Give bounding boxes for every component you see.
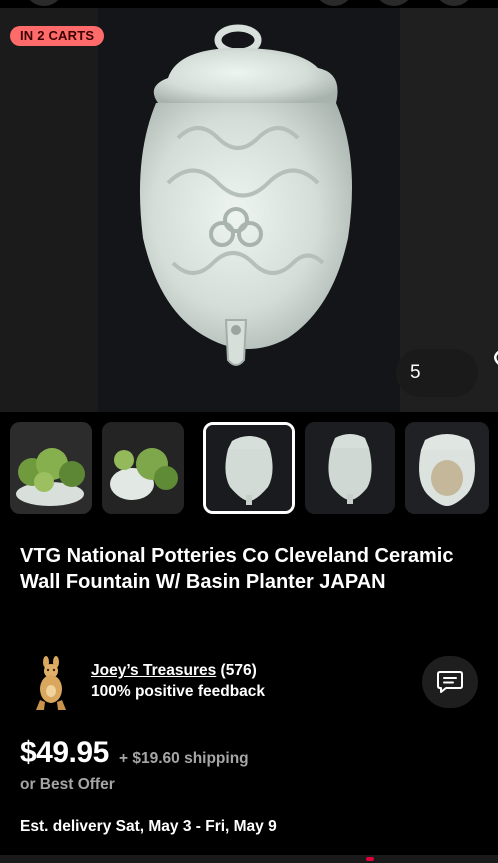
message-seller-button[interactable] xyxy=(422,656,478,708)
seller-info[interactable]: Joey’s Treasures (576) xyxy=(91,662,257,680)
wall-fountain-illustration xyxy=(139,24,352,366)
message-icon xyxy=(437,671,463,693)
heart-icon xyxy=(494,350,498,365)
best-offer-label: or Best Offer xyxy=(20,776,115,793)
bottom-bar-edge xyxy=(0,855,498,863)
thumbnail-strip xyxy=(0,412,498,524)
top-button-edge[interactable] xyxy=(24,0,64,6)
seller-name-link[interactable]: Joey’s Treasures xyxy=(91,662,216,679)
watch-button[interactable]: 5 xyxy=(396,349,498,397)
thumbnail-4[interactable] xyxy=(305,422,395,514)
listing-title: VTG National Potteries Co Cleveland Cera… xyxy=(20,545,454,593)
top-button-edge[interactable] xyxy=(374,0,414,6)
main-image-gallery[interactable]: IN 2 CARTS 5 xyxy=(0,8,498,412)
shipping-cost: + $19.60 shipping xyxy=(119,750,249,767)
notification-dot xyxy=(366,857,374,861)
top-button-edge[interactable] xyxy=(314,0,354,6)
top-status-strip xyxy=(0,0,498,8)
thumbnail-5[interactable] xyxy=(405,422,489,514)
estimated-delivery: Est. delivery Sat, May 3 - Fri, May 9 xyxy=(20,818,277,835)
thumbnail-2[interactable] xyxy=(102,422,184,514)
seller-feedback: 100% positive feedback xyxy=(91,683,266,700)
seller-logo-kangaroo[interactable] xyxy=(26,656,78,712)
thumbnail-3[interactable] xyxy=(203,422,295,514)
thumbnail-1[interactable] xyxy=(10,422,92,514)
watch-count: 5 xyxy=(410,362,421,383)
item-price: $49.95 xyxy=(20,736,109,769)
seller-rating-count: (576) xyxy=(220,662,257,679)
in-carts-badge: IN 2 CARTS xyxy=(10,26,105,46)
top-button-edge[interactable] xyxy=(434,0,474,6)
image-background-left xyxy=(0,8,98,412)
